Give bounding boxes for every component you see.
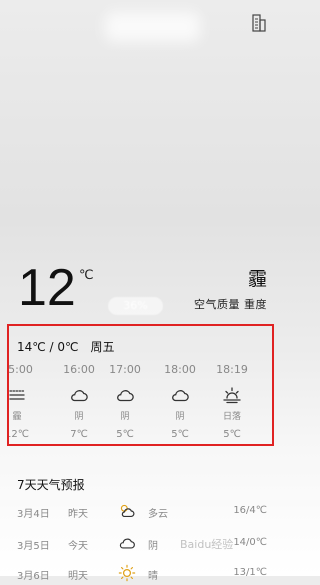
hourly-item: 17:00 阴 5℃: [103, 362, 147, 442]
hourly-header: 14℃ / 0℃ 周五: [17, 338, 115, 355]
forecast-date: 3月5日: [17, 541, 50, 552]
hourly-time: 15:00: [8, 363, 33, 376]
hourly-day: 周五: [90, 340, 115, 354]
hourly-condition: 日落: [222, 412, 241, 422]
hourly-time: 18:00: [164, 363, 196, 376]
haze-icon: [261, 384, 272, 406]
aqi-pill: 36%: [108, 297, 163, 315]
city-manage-icon[interactable]: [252, 14, 266, 32]
forecast-condition: 多云: [148, 509, 168, 520]
cloud-icon: [118, 534, 136, 555]
hourly-condition: 阴: [120, 412, 130, 422]
forecast-date: 3月4日: [17, 509, 50, 520]
forecast-date: 3月6日: [17, 571, 50, 582]
forecast-row[interactable]: 3月4日 昨天 多云 16/4℃: [0, 502, 285, 522]
hourly-time: 18:19: [216, 363, 248, 376]
hourly-item: 15:00 霾 12℃: [7, 362, 39, 442]
forecast-temps: 14/0℃: [233, 537, 267, 548]
current-temperature: 12: [18, 259, 76, 317]
sun-icon: [118, 564, 136, 585]
hourly-item: 16:00 阴 7℃: [57, 362, 101, 442]
hourly-temperature: 5℃: [116, 429, 134, 440]
forecast-temps: 16/4℃: [233, 505, 267, 516]
hourly-temperature: 12℃: [7, 429, 29, 440]
forecast-day: 今天: [68, 541, 88, 552]
forecast-row[interactable]: 3月6日 明天 晴 13/1℃: [0, 564, 285, 584]
hourly-time: 16:00: [63, 363, 95, 376]
city-title-blurred: [105, 12, 200, 42]
hourly-condition: 阴: [74, 412, 84, 422]
hourly-item: 19 霾 4: [261, 362, 272, 442]
cloud-icon: [158, 384, 202, 406]
hourly-condition: 阴: [175, 412, 185, 422]
forecast-condition: 晴: [148, 571, 158, 582]
watermark: Baidu经验: [180, 538, 234, 551]
forecast-condition: 阴: [148, 541, 158, 552]
cloud-icon: [103, 384, 147, 406]
hourly-forecast-panel[interactable]: 14℃ / 0℃周五 15:00霾12℃16:00阴7℃17:00阴5℃18:0…: [7, 324, 274, 446]
hourly-time: 19: [261, 362, 272, 378]
hourly-temperature: 4: [261, 428, 272, 442]
air-quality-label[interactable]: 空气质量 重度: [194, 296, 267, 312]
hourly-temperature: 5℃: [223, 429, 241, 440]
hourly-item: 18:19 日落 5℃: [210, 362, 254, 442]
forecast-day: 明天: [68, 571, 88, 582]
hourly-temp-range: 14℃ / 0℃: [17, 340, 79, 354]
hourly-temperature: 7℃: [70, 429, 88, 440]
partly-cloudy-icon: [118, 502, 136, 523]
forecast-temps: 13/1℃: [233, 567, 267, 578]
forecast-title: 7天天气预报: [17, 478, 85, 492]
sunset-icon: [210, 384, 254, 406]
hourly-condition: 霾: [261, 410, 272, 424]
temperature-unit: ℃: [79, 268, 94, 283]
haze-icon: [9, 384, 39, 406]
hourly-item: 18:00 阴 5℃: [158, 362, 202, 442]
forecast-day: 昨天: [68, 509, 88, 520]
forecast-row[interactable]: 3月5日 今天 阴 14/0℃: [0, 534, 285, 554]
current-condition: 霾: [247, 268, 267, 290]
hourly-time: 17:00: [109, 363, 141, 376]
cloud-icon: [57, 384, 101, 406]
hourly-condition: 霾: [12, 412, 22, 422]
hourly-temperature: 5℃: [171, 429, 189, 440]
